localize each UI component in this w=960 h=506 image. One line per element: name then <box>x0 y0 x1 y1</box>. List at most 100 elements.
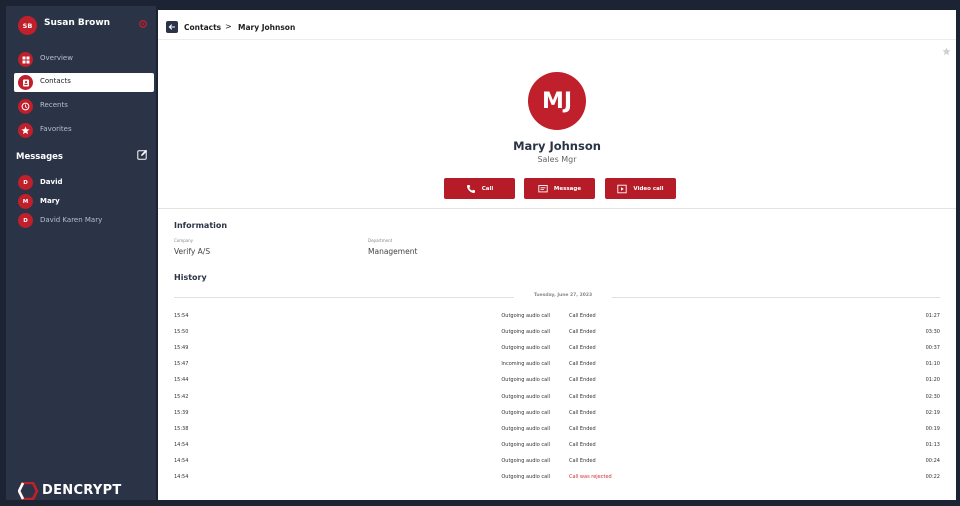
call-button[interactable]: Call <box>444 178 515 199</box>
message-item-label: Mary <box>40 197 60 205</box>
call-duration: 01:27 <box>925 313 940 319</box>
grid-icon <box>18 52 33 67</box>
history-row[interactable]: 15:47 Incoming audio call Call Ended 01:10 <box>174 358 940 372</box>
logo-text: DENCRYPT <box>42 483 122 498</box>
sidebar-item-label: Favorites <box>40 125 72 133</box>
contact-title: Sales Mgr <box>537 155 577 164</box>
history-row[interactable]: 14:54 Outgoing audio call Call Ended 00:24 <box>174 455 940 469</box>
history-row[interactable]: 15:54 Outgoing audio call Call Ended 01:27 <box>174 310 940 324</box>
avatar: M <box>18 194 33 209</box>
call-status: Call Ended <box>569 377 596 384</box>
app-window: SB Susan Brown Overview Contacts Recents <box>0 0 960 506</box>
user-name: Susan Brown <box>44 18 111 28</box>
main-content: Contacts > Mary Johnson MJ Mary Johnson … <box>158 10 956 500</box>
company-label: Company <box>174 238 194 243</box>
avatar: D <box>18 175 33 190</box>
history-date: Tuesday, June 27, 2023 <box>533 293 593 298</box>
video-call-button-label: Video call <box>633 185 664 192</box>
sidebar-item-label: Overview <box>40 54 73 62</box>
call-status: Call was rejected <box>569 474 612 480</box>
call-status: Call Ended <box>569 313 596 319</box>
call-duration: 00:37 <box>925 345 940 352</box>
message-icon <box>538 184 548 192</box>
call-type: Outgoing audio call <box>501 377 550 384</box>
message-item-group[interactable]: D David Karen Mary <box>16 212 156 229</box>
message-item-mary[interactable]: M Mary <box>16 193 156 210</box>
gear-icon[interactable] <box>138 19 148 29</box>
history-row[interactable]: 15:42 Outgoing audio call Call Ended 02:30 <box>174 391 940 405</box>
call-type: Outgoing audio call <box>501 457 550 464</box>
message-button[interactable]: Message <box>524 178 595 199</box>
call-time: 14:54 <box>174 441 189 448</box>
call-time: 15:42 <box>174 393 189 400</box>
user-avatar: SB <box>18 16 37 35</box>
sidebar-item-label: Recents <box>40 101 68 109</box>
call-status: Call Ended <box>569 409 596 416</box>
user-profile[interactable]: SB Susan Brown <box>6 14 156 36</box>
call-time: 15:39 <box>174 409 189 416</box>
arrow-left-icon <box>168 24 175 30</box>
call-time: 14:54 <box>174 457 189 464</box>
call-duration: 00:24 <box>925 457 940 464</box>
section-divider <box>158 208 956 209</box>
history-row[interactable]: 15:50 Outgoing audio call Call Ended 03:30 <box>174 326 940 340</box>
call-duration: 03:30 <box>925 329 940 336</box>
history-row[interactable]: 15:39 Outgoing audio call Call Ended 02:19 <box>174 407 940 421</box>
message-item-david[interactable]: D David <box>16 174 156 191</box>
call-type: Incoming audio call <box>501 361 550 368</box>
back-button[interactable] <box>166 21 178 33</box>
call-type: Outgoing audio call <box>501 313 550 319</box>
dencrypt-logo-icon <box>18 482 38 500</box>
history-row[interactable]: 15:44 Outgoing audio call Call Ended 01:20 <box>174 374 940 388</box>
favorite-star-icon[interactable] <box>942 47 951 56</box>
contact-avatar: MJ <box>528 72 586 130</box>
sidebar-item-overview[interactable]: Overview <box>14 50 154 69</box>
phone-icon <box>466 184 475 193</box>
star-icon <box>18 123 33 138</box>
call-duration: 01:10 <box>925 361 940 368</box>
sidebar-item-favorites[interactable]: Favorites <box>14 121 154 140</box>
call-type: Outgoing audio call <box>501 345 550 352</box>
history-row[interactable]: 14:54 Outgoing audio call Call Ended 01:13 <box>174 439 940 453</box>
department-label: Department <box>368 238 393 243</box>
sidebar: SB Susan Brown Overview Contacts Recents <box>6 6 156 500</box>
call-time: 14:54 <box>174 474 189 480</box>
call-time: 15:44 <box>174 377 189 384</box>
history-row[interactable]: 15:49 Outgoing audio call Call Ended 00:37 <box>174 342 940 356</box>
call-time: 15:49 <box>174 345 189 352</box>
call-type: Outgoing audio call <box>501 425 550 432</box>
call-time: 15:47 <box>174 361 189 368</box>
history-row[interactable]: 15:38 Outgoing audio call Call Ended 00:19 <box>174 423 940 437</box>
call-type: Outgoing audio call <box>501 441 550 448</box>
message-item-label: David Karen Mary <box>40 216 103 224</box>
date-separator: Tuesday, June 27, 2023 <box>174 292 940 302</box>
video-icon <box>617 184 628 193</box>
call-status: Call Ended <box>569 329 596 336</box>
history-row[interactable]: 14:54 Outgoing audio call Call was rejecte… <box>174 471 940 485</box>
sidebar-item-contacts[interactable]: Contacts <box>14 73 154 92</box>
messages-heading: Messages <box>16 152 63 162</box>
call-type: Outgoing audio call <box>501 329 550 336</box>
breadcrumb-separator: > <box>225 22 232 31</box>
clock-icon <box>18 99 33 114</box>
call-duration: 00:22 <box>925 474 940 480</box>
call-time: 15:50 <box>174 329 189 336</box>
call-status: Call Ended <box>569 441 596 448</box>
history-heading: History <box>174 273 207 282</box>
sidebar-item-recents[interactable]: Recents <box>14 97 154 116</box>
breadcrumb: Contacts > Mary Johnson <box>158 10 956 40</box>
information-heading: Information <box>174 221 228 230</box>
breadcrumb-contacts[interactable]: Contacts <box>184 23 221 32</box>
call-type: Outgoing audio call <box>501 409 550 416</box>
call-time: 15:54 <box>174 313 189 319</box>
call-duration: 02:30 <box>925 393 940 400</box>
contacts-icon <box>18 75 33 90</box>
call-status: Call Ended <box>569 345 596 352</box>
compose-icon[interactable] <box>137 149 148 160</box>
call-button-label: Call <box>481 185 494 192</box>
call-time: 15:38 <box>174 425 189 432</box>
call-status: Call Ended <box>569 361 596 368</box>
department-value: Management <box>368 247 418 256</box>
video-call-button[interactable]: Video call <box>605 178 676 199</box>
call-duration: 01:20 <box>925 377 940 384</box>
